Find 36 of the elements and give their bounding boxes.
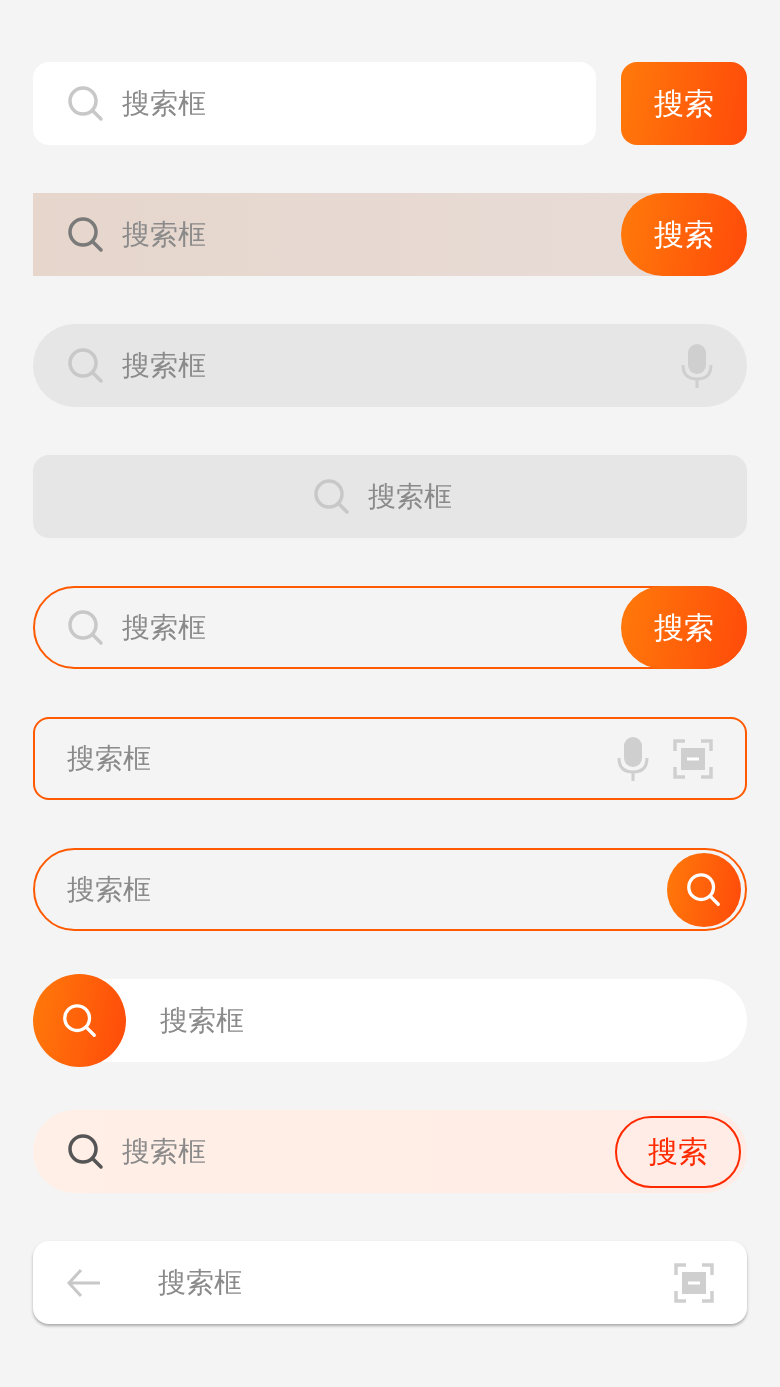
microphone-icon[interactable] — [617, 735, 649, 782]
search-button[interactable] — [667, 852, 741, 927]
back-arrow-icon[interactable] — [66, 1267, 102, 1298]
search-input[interactable]: 搜索框 — [67, 737, 593, 780]
scan-icon[interactable] — [674, 1262, 714, 1303]
search-input[interactable]: 搜索框 — [160, 999, 747, 1042]
search-input[interactable]: 搜索框 — [158, 1261, 618, 1304]
search-button[interactable]: 搜索 — [621, 586, 747, 669]
search-input[interactable]: 搜索框 — [122, 1130, 599, 1173]
search-icon — [312, 476, 352, 517]
search-icon — [66, 83, 106, 124]
search-icon — [66, 1131, 106, 1172]
search-input[interactable]: 搜索框 — [67, 868, 667, 911]
search-button[interactable]: 搜索 — [615, 1115, 741, 1188]
search-icon — [60, 1001, 99, 1040]
search-field[interactable]: 搜索框 搜索 — [33, 1110, 747, 1193]
search-button[interactable]: 搜索 — [621, 193, 747, 276]
search-input[interactable]: 搜索框 — [122, 606, 605, 649]
search-field[interactable]: 搜索框 — [33, 324, 747, 407]
search-button[interactable]: 搜索 — [621, 62, 747, 145]
search-icon — [66, 214, 106, 255]
search-field[interactable]: 搜索框 搜索 — [33, 586, 747, 669]
search-field[interactable]: 搜索框 — [33, 717, 747, 800]
scan-icon[interactable] — [673, 738, 713, 779]
search-field[interactable]: 搜索框 — [33, 848, 747, 931]
search-input[interactable]: 搜索框 — [122, 82, 596, 125]
search-icon — [66, 607, 106, 648]
search-field[interactable]: 搜索框 — [33, 455, 747, 538]
search-field[interactable]: 搜索框 — [33, 62, 596, 145]
search-field[interactable]: 搜索框 — [33, 1241, 747, 1324]
search-icon — [685, 870, 723, 909]
search-input[interactable]: 搜索框 — [368, 475, 468, 518]
search-input[interactable]: 搜索框 — [122, 344, 665, 387]
search-field[interactable]: 搜索框 搜索 — [33, 193, 747, 276]
search-input[interactable]: 搜索框 — [122, 213, 605, 256]
search-icon — [66, 345, 106, 386]
